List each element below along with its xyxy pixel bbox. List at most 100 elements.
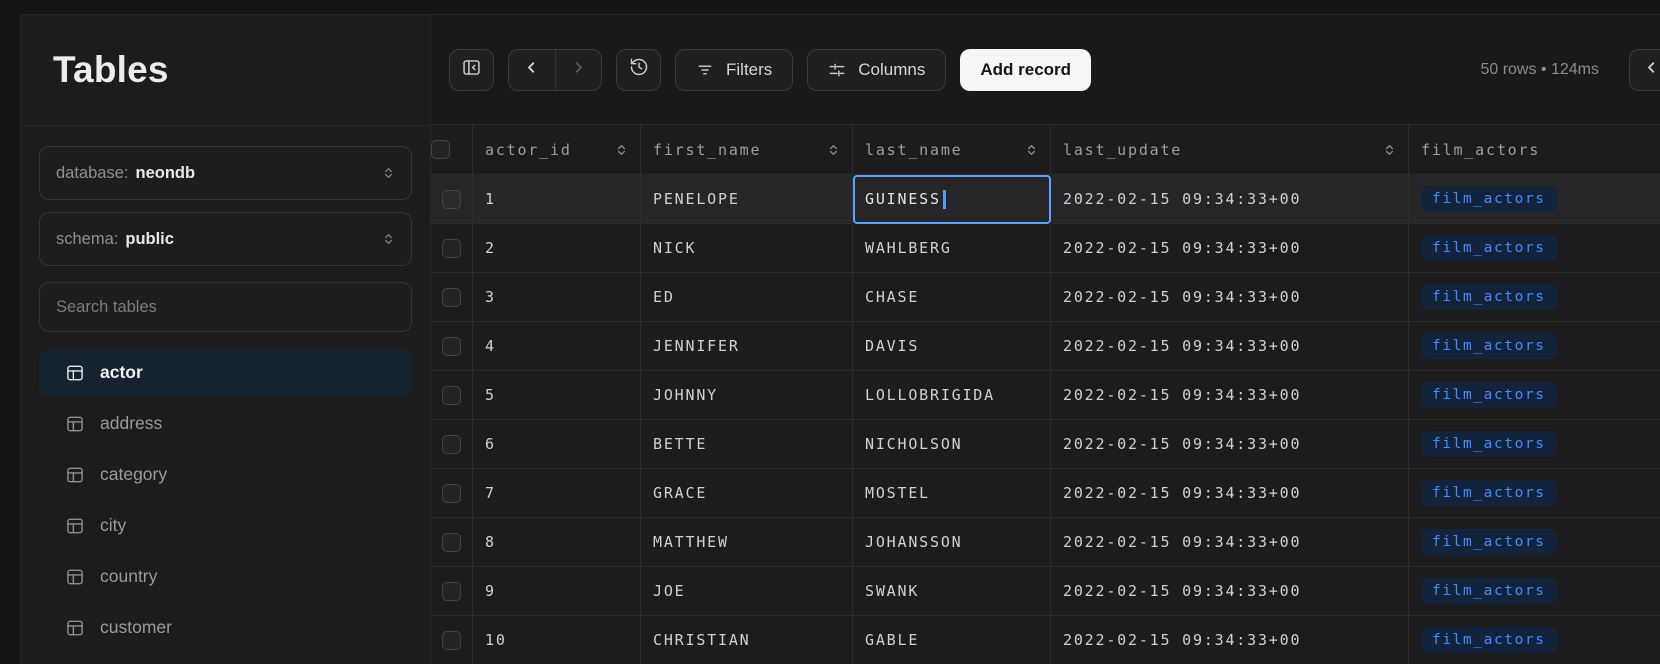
cell-film-actors: film_actors: [1409, 371, 1660, 420]
film-actors-link[interactable]: film_actors: [1421, 186, 1557, 212]
sidebar-item-actor[interactable]: actor: [39, 349, 412, 396]
cell-first-name[interactable]: GRACE: [641, 469, 853, 518]
column-header-actor-id[interactable]: actor_id: [473, 125, 641, 175]
cell-last-update[interactable]: 2022-02-15 09:34:33+00: [1051, 469, 1409, 518]
table-item-label: actor: [100, 362, 143, 383]
sort-icon[interactable]: [615, 142, 628, 158]
cell-last-name[interactable]: GABLE: [853, 616, 1051, 664]
cell-last-name[interactable]: CHASE: [853, 273, 1051, 322]
panel-left-icon: [461, 57, 482, 83]
collapse-sidebar-button[interactable]: [449, 49, 494, 91]
column-header-last-name[interactable]: last_name: [853, 125, 1051, 175]
cell-last-name[interactable]: LOLLOBRIGIDA: [853, 371, 1051, 420]
row-checkbox[interactable]: [442, 533, 461, 552]
sort-icon[interactable]: [827, 142, 840, 158]
film-actors-link[interactable]: film_actors: [1421, 431, 1557, 457]
row-checkbox[interactable]: [442, 435, 461, 454]
cell-first-name[interactable]: MATTHEW: [641, 518, 853, 567]
schema-select[interactable]: schema: public: [39, 212, 412, 266]
cell-last-update[interactable]: 2022-02-15 09:34:33+00: [1051, 420, 1409, 469]
collapse-right-panel-button[interactable]: [1629, 49, 1660, 91]
row-checkbox[interactable]: [442, 337, 461, 356]
cell-first-name[interactable]: JENNIFER: [641, 322, 853, 371]
cell-actor-id[interactable]: 8: [473, 518, 641, 567]
cell-last-update[interactable]: 2022-02-15 09:34:33+00: [1051, 224, 1409, 273]
cell-first-name[interactable]: PENELOPE: [641, 175, 853, 224]
sidebar-item-category[interactable]: category: [39, 451, 412, 498]
cell-actor-id[interactable]: 6: [473, 420, 641, 469]
film-actors-link[interactable]: film_actors: [1421, 529, 1557, 555]
database-select[interactable]: database: neondb: [39, 146, 412, 200]
cell-actor-id[interactable]: 4: [473, 322, 641, 371]
cell-actor-id[interactable]: 10: [473, 616, 641, 664]
chevron-up-down-icon: [382, 231, 395, 247]
cell-actor-id[interactable]: 2: [473, 224, 641, 273]
film-actors-link[interactable]: film_actors: [1421, 235, 1557, 261]
row-checkbox[interactable]: [442, 190, 461, 209]
cell-actor-id[interactable]: 1: [473, 175, 641, 224]
cell-last-update[interactable]: 2022-02-15 09:34:33+00: [1051, 567, 1409, 616]
sidebar-item-address[interactable]: address: [39, 400, 412, 447]
table-row: 9 JOE SWANK 2022-02-15 09:34:33+00 film_…: [431, 567, 1660, 616]
history-button[interactable]: [616, 49, 661, 91]
row-checkbox[interactable]: [442, 386, 461, 405]
columns-button[interactable]: Columns: [807, 49, 946, 91]
cell-actor-id[interactable]: 5: [473, 371, 641, 420]
cell-first-name[interactable]: JOHNNY: [641, 371, 853, 420]
cell-first-name[interactable]: ED: [641, 273, 853, 322]
cell-last-update[interactable]: 2022-02-15 09:34:33+00: [1051, 175, 1409, 224]
table-grid-icon: [65, 516, 85, 536]
film-actors-link[interactable]: film_actors: [1421, 333, 1557, 359]
previous-page-button[interactable]: [509, 50, 556, 90]
next-page-button[interactable]: [556, 50, 602, 90]
cell-last-name[interactable]: JOHANSSON: [853, 518, 1051, 567]
table-row: 4 JENNIFER DAVIS 2022-02-15 09:34:33+00 …: [431, 322, 1660, 371]
cell-last-name[interactable]: WAHLBERG: [853, 224, 1051, 273]
cell-first-name[interactable]: JOE: [641, 567, 853, 616]
cell-first-name[interactable]: CHRISTIAN: [641, 616, 853, 664]
column-header-first-name[interactable]: first_name: [641, 125, 853, 175]
film-actors-link[interactable]: film_actors: [1421, 627, 1557, 653]
chevron-up-down-icon: [382, 165, 395, 181]
cell-last-name[interactable]: DAVIS: [853, 322, 1051, 371]
cell-last-name[interactable]: NICHOLSON: [853, 420, 1051, 469]
cell-last-update[interactable]: 2022-02-15 09:34:33+00: [1051, 616, 1409, 664]
search-tables-input[interactable]: [40, 298, 411, 317]
cell-first-name[interactable]: BETTE: [641, 420, 853, 469]
row-checkbox[interactable]: [442, 484, 461, 503]
sidebar-item-customer[interactable]: customer: [39, 604, 412, 651]
cell-last-update[interactable]: 2022-02-15 09:34:33+00: [1051, 371, 1409, 420]
sort-icon[interactable]: [1025, 142, 1038, 158]
column-header-last-update[interactable]: last_update: [1051, 125, 1409, 175]
chevron-left-icon: [1644, 60, 1659, 80]
cell-actor-id[interactable]: 7: [473, 469, 641, 518]
sort-icon[interactable]: [1383, 142, 1396, 158]
row-checkbox[interactable]: [442, 582, 461, 601]
chevron-right-icon: [571, 60, 586, 80]
add-record-button[interactable]: Add record: [960, 49, 1091, 91]
row-checkbox[interactable]: [442, 239, 461, 258]
cell-last-name[interactable]: MOSTEL: [853, 469, 1051, 518]
checkbox-cell: [431, 616, 473, 664]
row-checkbox[interactable]: [442, 631, 461, 650]
film-actors-link[interactable]: film_actors: [1421, 480, 1557, 506]
cell-last-name[interactable]: SWANK: [853, 567, 1051, 616]
film-actors-link[interactable]: film_actors: [1421, 382, 1557, 408]
cell-actor-id[interactable]: 3: [473, 273, 641, 322]
column-header-film-actors[interactable]: film_actors: [1409, 125, 1660, 175]
result-status: 50 rows • 124ms: [1480, 61, 1599, 79]
sidebar-item-city[interactable]: city: [39, 502, 412, 549]
select-all-checkbox[interactable]: [431, 140, 450, 159]
film-actors-link[interactable]: film_actors: [1421, 284, 1557, 310]
row-checkbox[interactable]: [442, 288, 461, 307]
cell-last-update[interactable]: 2022-02-15 09:34:33+00: [1051, 322, 1409, 371]
filters-button[interactable]: Filters: [675, 49, 793, 91]
cell-last-update[interactable]: 2022-02-15 09:34:33+00: [1051, 518, 1409, 567]
film-actors-link[interactable]: film_actors: [1421, 578, 1557, 604]
cell-actor-id[interactable]: 9: [473, 567, 641, 616]
sidebar-item-country[interactable]: country: [39, 553, 412, 600]
cell-last-update[interactable]: 2022-02-15 09:34:33+00: [1051, 273, 1409, 322]
table-item-label: country: [100, 566, 157, 587]
cell-last-name-editing[interactable]: GUINESS: [853, 175, 1051, 224]
cell-first-name[interactable]: NICK: [641, 224, 853, 273]
